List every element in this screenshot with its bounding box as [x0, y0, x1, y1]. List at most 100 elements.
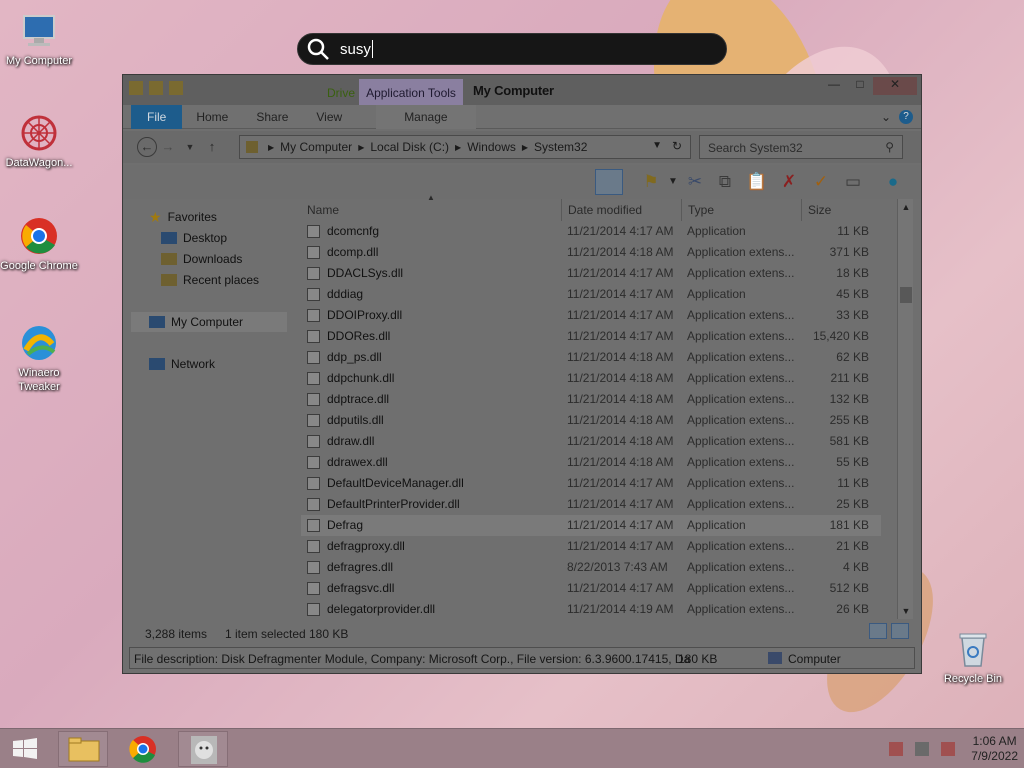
details-view-icon[interactable] [869, 623, 887, 639]
column-divider[interactable] [681, 199, 682, 221]
column-header-name[interactable]: Name [307, 203, 339, 217]
speaker-muted-icon[interactable] [889, 742, 904, 756]
title-bar[interactable]: Drive Application Tools My Computer — □ … [123, 75, 921, 105]
tab-manage[interactable]: Manage [376, 104, 476, 129]
file-size: 132 KB [829, 392, 869, 406]
nav-item-desktop[interactable]: Desktop [161, 228, 227, 248]
address-dropdown-icon[interactable]: ▼ [652, 140, 662, 151]
tab-view[interactable]: View [302, 105, 356, 129]
table-row[interactable]: ddptrace.dll 11/21/2014 4:18 AM Applicatio… [301, 389, 881, 410]
table-row[interactable]: DDORes.dll 11/21/2014 4:17 AM Application … [301, 326, 881, 347]
table-row[interactable]: defragres.dll 8/22/2013 7:43 AM Applicatio… [301, 557, 881, 578]
start-button[interactable] [0, 731, 50, 767]
desktop-icon-recycle-bin[interactable]: Recycle Bin [934, 628, 1012, 686]
tab-file[interactable]: File [131, 104, 183, 129]
file-icon [307, 582, 320, 595]
breadcrumb-separator-icon[interactable]: ▶ [268, 143, 274, 152]
breadcrumb-separator-icon[interactable]: ▶ [455, 143, 461, 152]
table-row[interactable]: dddiag 11/21/2014 4:17 AM Application 45 KB [301, 284, 881, 305]
column-header-type[interactable]: Type [688, 203, 714, 217]
table-row[interactable]: defragproxy.dll 11/21/2014 4:17 AM Applica… [301, 536, 881, 557]
breadcrumb-separator-icon[interactable]: ▶ [358, 143, 364, 152]
column-divider[interactable] [801, 199, 802, 221]
clock[interactable]: 1:06 AM 7/9/2022 [971, 734, 1018, 764]
table-row[interactable]: ddp_ps.dll 11/21/2014 4:18 AM Application … [301, 347, 881, 368]
rename-icon[interactable]: ▭ [839, 169, 867, 195]
table-row[interactable]: ddraw.dll 11/21/2014 4:18 AM Application e… [301, 431, 881, 452]
scrollbar-thumb[interactable] [900, 287, 912, 303]
taskbar-app[interactable] [178, 731, 228, 767]
breadcrumb-local-disk[interactable]: Local Disk (C:) [370, 140, 449, 154]
search-input[interactable]: Search System32 ⚲ [699, 135, 903, 159]
table-row[interactable]: dcomp.dll 11/21/2014 4:18 AM Application e… [301, 242, 881, 263]
globe-icon[interactable]: ● [879, 169, 907, 195]
folder-icon[interactable] [129, 81, 143, 95]
table-row[interactable]: Defrag 11/21/2014 4:17 AM Application 181 K… [301, 515, 881, 536]
nav-item-downloads[interactable]: Downloads [161, 249, 242, 269]
recent-locations-button[interactable]: ▼ [179, 136, 201, 158]
close-button[interactable]: ✕ [873, 77, 917, 95]
desktop-icon-datawagon[interactable]: DataWagon... [0, 112, 78, 170]
delete-icon[interactable]: ✗ [775, 169, 803, 195]
scroll-up-icon[interactable]: ▲ [898, 199, 914, 215]
desktop-icon-winaero-tweaker[interactable]: Winaero Tweaker [0, 322, 78, 394]
breadcrumb-my-computer[interactable]: My Computer [280, 140, 352, 154]
breadcrumb-separator-icon[interactable]: ▶ [522, 143, 528, 152]
refresh-icon[interactable]: ↻ [672, 139, 682, 153]
table-row[interactable]: ddputils.dll 11/21/2014 4:18 AM Applicatio… [301, 410, 881, 431]
back-button[interactable]: ← [137, 137, 157, 157]
file-type: Application extens... [687, 476, 795, 490]
file-icon [307, 372, 320, 385]
file-icon [307, 477, 320, 490]
taskbar-chrome[interactable] [118, 731, 168, 767]
nav-item-recent-places[interactable]: Recent places [161, 270, 259, 290]
file-type: Application [687, 287, 746, 301]
file-date: 8/22/2013 7:43 AM [567, 560, 668, 574]
new-folder-icon[interactable] [169, 81, 183, 95]
tab-home[interactable]: Home [182, 105, 242, 129]
preview-pane-icon[interactable] [595, 169, 623, 195]
table-row[interactable]: defragsvc.dll 11/21/2014 4:17 AM Applicati… [301, 578, 881, 599]
chevron-down-icon[interactable]: ⌄ [881, 110, 891, 124]
vertical-scrollbar[interactable]: ▲ ▼ [897, 199, 913, 619]
copy-icon[interactable]: ⧉ [711, 169, 739, 195]
file-type: Application extens... [687, 455, 795, 469]
nav-item-my-computer[interactable]: My Computer [131, 312, 287, 332]
table-row[interactable]: DefaultPrinterProvider.dll 11/21/2014 4:1… [301, 494, 881, 515]
taskbar-file-explorer[interactable] [58, 731, 108, 767]
desktop-icon-google-chrome[interactable]: Google Chrome [0, 215, 78, 273]
forward-button[interactable]: → [157, 136, 179, 158]
cut-icon[interactable]: ✂ [681, 169, 709, 195]
column-header-size[interactable]: Size [808, 203, 831, 217]
address-bar[interactable]: ▶ My Computer ▶ Local Disk (C:) ▶ Window… [239, 135, 691, 159]
breadcrumb-windows[interactable]: Windows [467, 140, 516, 154]
table-row[interactable]: ddrawex.dll 11/21/2014 4:18 AM Application… [301, 452, 881, 473]
table-row[interactable]: delegatorprovider.dll 11/21/2014 4:19 AM A… [301, 599, 881, 620]
up-button[interactable]: ↑ [201, 136, 223, 158]
breadcrumb-system32[interactable]: System32 [534, 140, 587, 154]
explorer-window[interactable]: Drive Application Tools My Computer — □ … [122, 74, 922, 674]
search-overlay[interactable]: susy [297, 33, 727, 65]
tab-share[interactable]: Share [242, 105, 302, 129]
properties-icon[interactable] [149, 81, 163, 95]
desktop-icon-my-computer[interactable]: My Computer [0, 10, 78, 68]
maximize-button[interactable]: □ [847, 77, 873, 95]
nav-item-network[interactable]: Network [149, 354, 215, 374]
column-divider[interactable] [561, 199, 562, 221]
table-row[interactable]: DDACLSys.dll 11/21/2014 4:17 AM Applicatio… [301, 263, 881, 284]
scroll-down-icon[interactable]: ▼ [898, 603, 914, 619]
table-row[interactable]: DDOIProxy.dll 11/21/2014 4:17 AM Applicati… [301, 305, 881, 326]
file-icon [307, 225, 320, 238]
large-icons-view-icon[interactable] [891, 623, 909, 639]
minimize-button[interactable]: — [821, 77, 847, 95]
table-row[interactable]: dcomcnfg 11/21/2014 4:17 AM Application 11 … [301, 221, 881, 242]
paste-icon[interactable]: 📋 [743, 169, 771, 195]
checkmark-icon[interactable]: ✓ [807, 169, 835, 195]
table-row[interactable]: DefaultDeviceManager.dll 11/21/2014 4:17 … [301, 473, 881, 494]
action-center-icon[interactable] [941, 742, 956, 756]
column-header-date[interactable]: Date modified [568, 203, 642, 217]
nav-item-favorites[interactable]: ★ Favorites [149, 207, 217, 227]
help-icon[interactable]: ? [899, 109, 913, 124]
table-row[interactable]: ddpchunk.dll 11/21/2014 4:18 AM Applicatio… [301, 368, 881, 389]
network-icon[interactable] [915, 742, 930, 756]
